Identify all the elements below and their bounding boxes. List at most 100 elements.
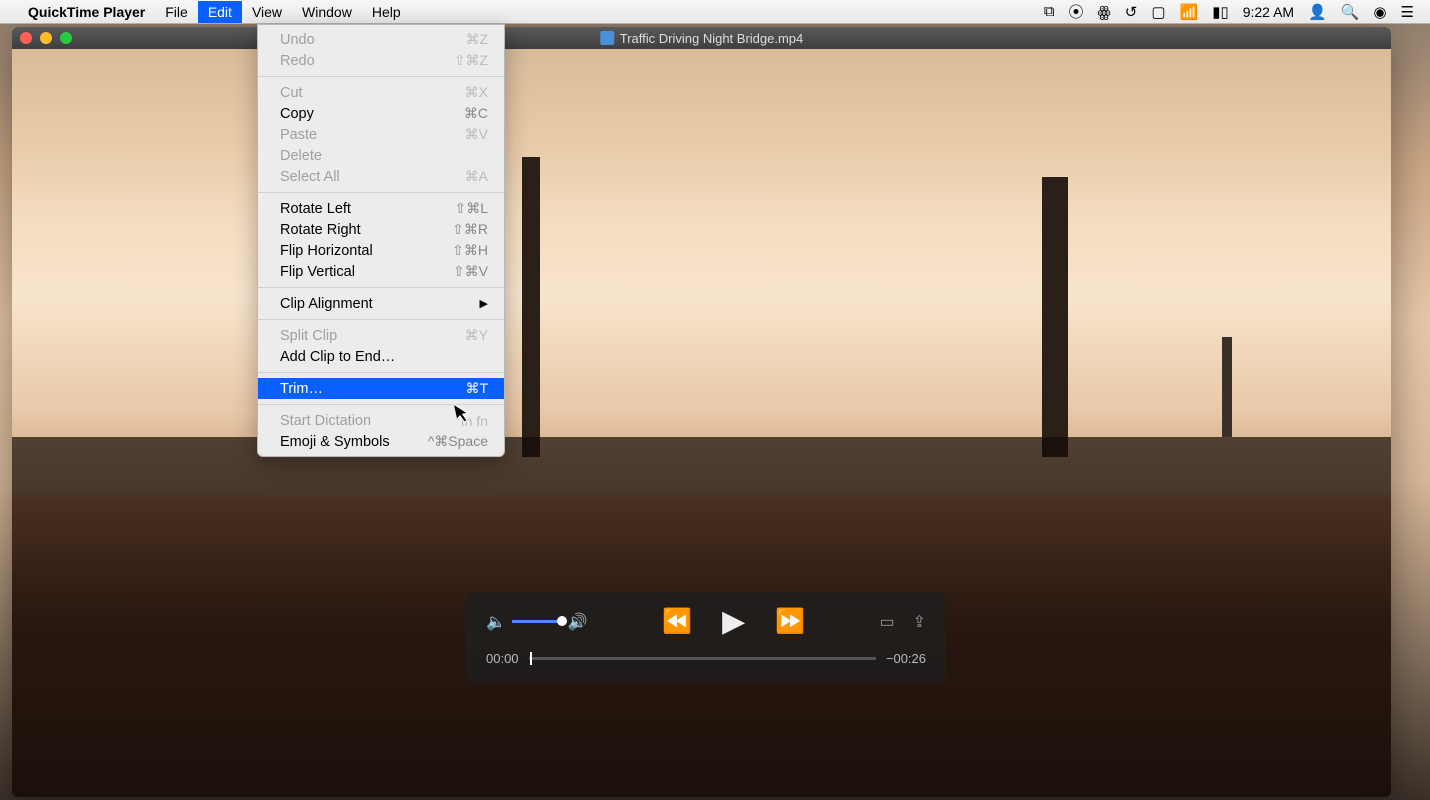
menubar: QuickTime Player File Edit View Window H… bbox=[0, 0, 1430, 24]
play-button[interactable]: ▶ bbox=[722, 604, 745, 639]
menuitem-label: Undo bbox=[280, 32, 315, 48]
menuitem-label: Paste bbox=[280, 127, 317, 143]
menuitem-shortcut: ⌘Z bbox=[465, 31, 488, 48]
menuitem-label: Start Dictation bbox=[280, 413, 371, 429]
menu-view[interactable]: View bbox=[242, 1, 292, 23]
menuitem-flip-vertical[interactable]: Flip Vertical⇧⌘V bbox=[258, 261, 504, 282]
menuitem-shortcut: ^⌘Space bbox=[428, 433, 488, 450]
menu-separator bbox=[258, 76, 504, 77]
menuitem-shortcut: ⌘A bbox=[465, 168, 488, 185]
menuitem-shortcut: ⇧⌘R bbox=[452, 221, 488, 238]
submenu-arrow-icon: ▶ bbox=[480, 297, 488, 310]
menu-window[interactable]: Window bbox=[292, 1, 362, 23]
menuitem-shortcut: fn fn bbox=[461, 413, 488, 429]
menuitem-label: Clip Alignment bbox=[280, 296, 373, 312]
menu-separator bbox=[258, 372, 504, 373]
zoom-button[interactable] bbox=[60, 32, 72, 44]
menuitem-cut: Cut⌘X bbox=[258, 82, 504, 103]
menuitem-label: Delete bbox=[280, 148, 322, 164]
extra-controls: ▭ ⇪ bbox=[879, 612, 926, 632]
menu-separator bbox=[258, 192, 504, 193]
close-button[interactable] bbox=[20, 32, 32, 44]
menuitem-flip-horizontal[interactable]: Flip Horizontal⇧⌘H bbox=[258, 240, 504, 261]
menuitem-shortcut: ⇧⌘V bbox=[453, 263, 488, 280]
window-title: Traffic Driving Night Bridge.mp4 bbox=[600, 31, 804, 46]
menuitem-add-clip-to-end[interactable]: Add Clip to End… bbox=[258, 346, 504, 367]
scrubber-row: 00:00 −00:26 bbox=[486, 651, 926, 666]
volume-low-icon[interactable]: 🔈 bbox=[486, 612, 506, 632]
menuitem-undo: Undo ⌘Z bbox=[258, 29, 504, 50]
volume-fill bbox=[512, 620, 562, 623]
airplay-video-icon[interactable]: ▭ bbox=[879, 612, 894, 632]
app-name[interactable]: QuickTime Player bbox=[18, 4, 155, 20]
menuitem-label: Copy bbox=[280, 106, 314, 122]
menuitem-rotate-right[interactable]: Rotate Right ⇧⌘R bbox=[258, 219, 504, 240]
menuitem-clip-alignment[interactable]: Clip Alignment ▶ bbox=[258, 293, 504, 314]
menuitem-label: Emoji & Symbols bbox=[280, 434, 390, 450]
bridge-pylon bbox=[522, 157, 540, 457]
menuitem-paste: Paste ⌘V bbox=[258, 124, 504, 145]
menu-separator bbox=[258, 404, 504, 405]
menuitem-trim[interactable]: Trim… ⌘T bbox=[258, 378, 504, 399]
volume-high-icon[interactable]: 🔊 bbox=[568, 612, 588, 632]
spotlight-icon[interactable]: 🔍 bbox=[1341, 3, 1360, 21]
menuitem-shortcut: ⇧⌘L bbox=[454, 200, 488, 217]
menuitem-shortcut: ⌘C bbox=[464, 105, 488, 122]
wifi-icon[interactable]: 📶 bbox=[1180, 3, 1199, 21]
playhead[interactable] bbox=[530, 652, 532, 665]
airplay-icon[interactable]: ▢ bbox=[1151, 3, 1165, 21]
volume-group: 🔈 🔊 bbox=[486, 612, 588, 632]
menuitem-delete: Delete bbox=[258, 145, 504, 166]
scrubber[interactable] bbox=[529, 657, 876, 660]
menu-separator bbox=[258, 287, 504, 288]
menuitem-copy[interactable]: Copy ⌘C bbox=[258, 103, 504, 124]
menu-edit[interactable]: Edit bbox=[198, 1, 242, 23]
bridge-pylon bbox=[1042, 177, 1068, 457]
user-icon[interactable]: 👤 bbox=[1308, 3, 1327, 21]
elapsed-time: 00:00 bbox=[486, 651, 519, 666]
menuitem-redo: Redo⇧⌘Z bbox=[258, 50, 504, 71]
edit-menu-dropdown: Undo ⌘Z Redo⇧⌘Z Cut⌘X Copy ⌘C Paste ⌘V Delete Sel… bbox=[257, 24, 505, 457]
battery-icon[interactable]: ▮▯ bbox=[1212, 3, 1229, 21]
notification-center-icon[interactable]: ☰ bbox=[1401, 3, 1414, 21]
fast-forward-button[interactable]: ⏩ bbox=[775, 607, 805, 636]
window-title-text: Traffic Driving Night Bridge.mp4 bbox=[620, 31, 804, 46]
screen-record-icon[interactable]: ⦿ bbox=[1069, 1, 1084, 22]
share-icon[interactable]: ⇪ bbox=[913, 612, 926, 632]
menuitem-shortcut: ⌘X bbox=[465, 84, 488, 101]
bridge-deck bbox=[12, 437, 1391, 497]
menuitem-shortcut: ⌘Y bbox=[465, 327, 488, 344]
video-file-icon bbox=[600, 31, 614, 45]
player-controls: 🔈 🔊 ⏪ ▶ ⏩ ▭ ⇪ 00:00 −00:26 bbox=[466, 592, 946, 682]
flame-icon[interactable]: ꙮ bbox=[1098, 3, 1111, 21]
dropbox-icon[interactable]: ⧉ bbox=[1044, 3, 1055, 20]
menuitem-shortcut: ⇧⌘H bbox=[452, 242, 488, 259]
time-machine-icon[interactable]: ↺ bbox=[1125, 3, 1138, 21]
menuitem-shortcut: ⌘T bbox=[465, 380, 488, 397]
menuitem-split-clip: Split Clip⌘Y bbox=[258, 325, 504, 346]
menuitem-rotate-left[interactable]: Rotate Left ⇧⌘L bbox=[258, 198, 504, 219]
menuitem-label: Add Clip to End… bbox=[280, 349, 395, 365]
siri-icon[interactable]: ◉ bbox=[1373, 3, 1386, 21]
menuitem-start-dictation: Start Dictation fn fn bbox=[258, 410, 504, 431]
menuitem-select-all: Select All ⌘A bbox=[258, 166, 504, 187]
menu-file[interactable]: File bbox=[155, 1, 198, 23]
rewind-button[interactable]: ⏪ bbox=[662, 607, 692, 636]
menubar-right: ⧉ ⦿ ꙮ ↺ ▢ 📶 ▮▯ 9:22 AM 👤 🔍 ◉ ☰ bbox=[1044, 1, 1422, 22]
remaining-time: −00:26 bbox=[886, 651, 926, 666]
volume-slider[interactable] bbox=[512, 620, 562, 623]
menuitem-label: Rotate Left bbox=[280, 201, 351, 217]
menuitem-label: Redo bbox=[280, 53, 315, 69]
titlebar[interactable]: Traffic Driving Night Bridge.mp4 bbox=[12, 27, 1391, 49]
video-content[interactable] bbox=[12, 49, 1391, 797]
menu-help[interactable]: Help bbox=[362, 1, 411, 23]
volume-thumb[interactable] bbox=[557, 616, 567, 626]
menuitem-label: Trim… bbox=[280, 381, 323, 397]
menuitem-shortcut: ⌘V bbox=[465, 126, 488, 143]
clock[interactable]: 9:22 AM bbox=[1243, 4, 1294, 20]
menuitem-label: Select All bbox=[280, 169, 340, 185]
minimize-button[interactable] bbox=[40, 32, 52, 44]
video-window: Traffic Driving Night Bridge.mp4 🔈 🔊 ⏪ ▶… bbox=[12, 27, 1391, 797]
menuitem-emoji-symbols[interactable]: Emoji & Symbols ^⌘Space bbox=[258, 431, 504, 452]
menuitem-label: Rotate Right bbox=[280, 222, 361, 238]
